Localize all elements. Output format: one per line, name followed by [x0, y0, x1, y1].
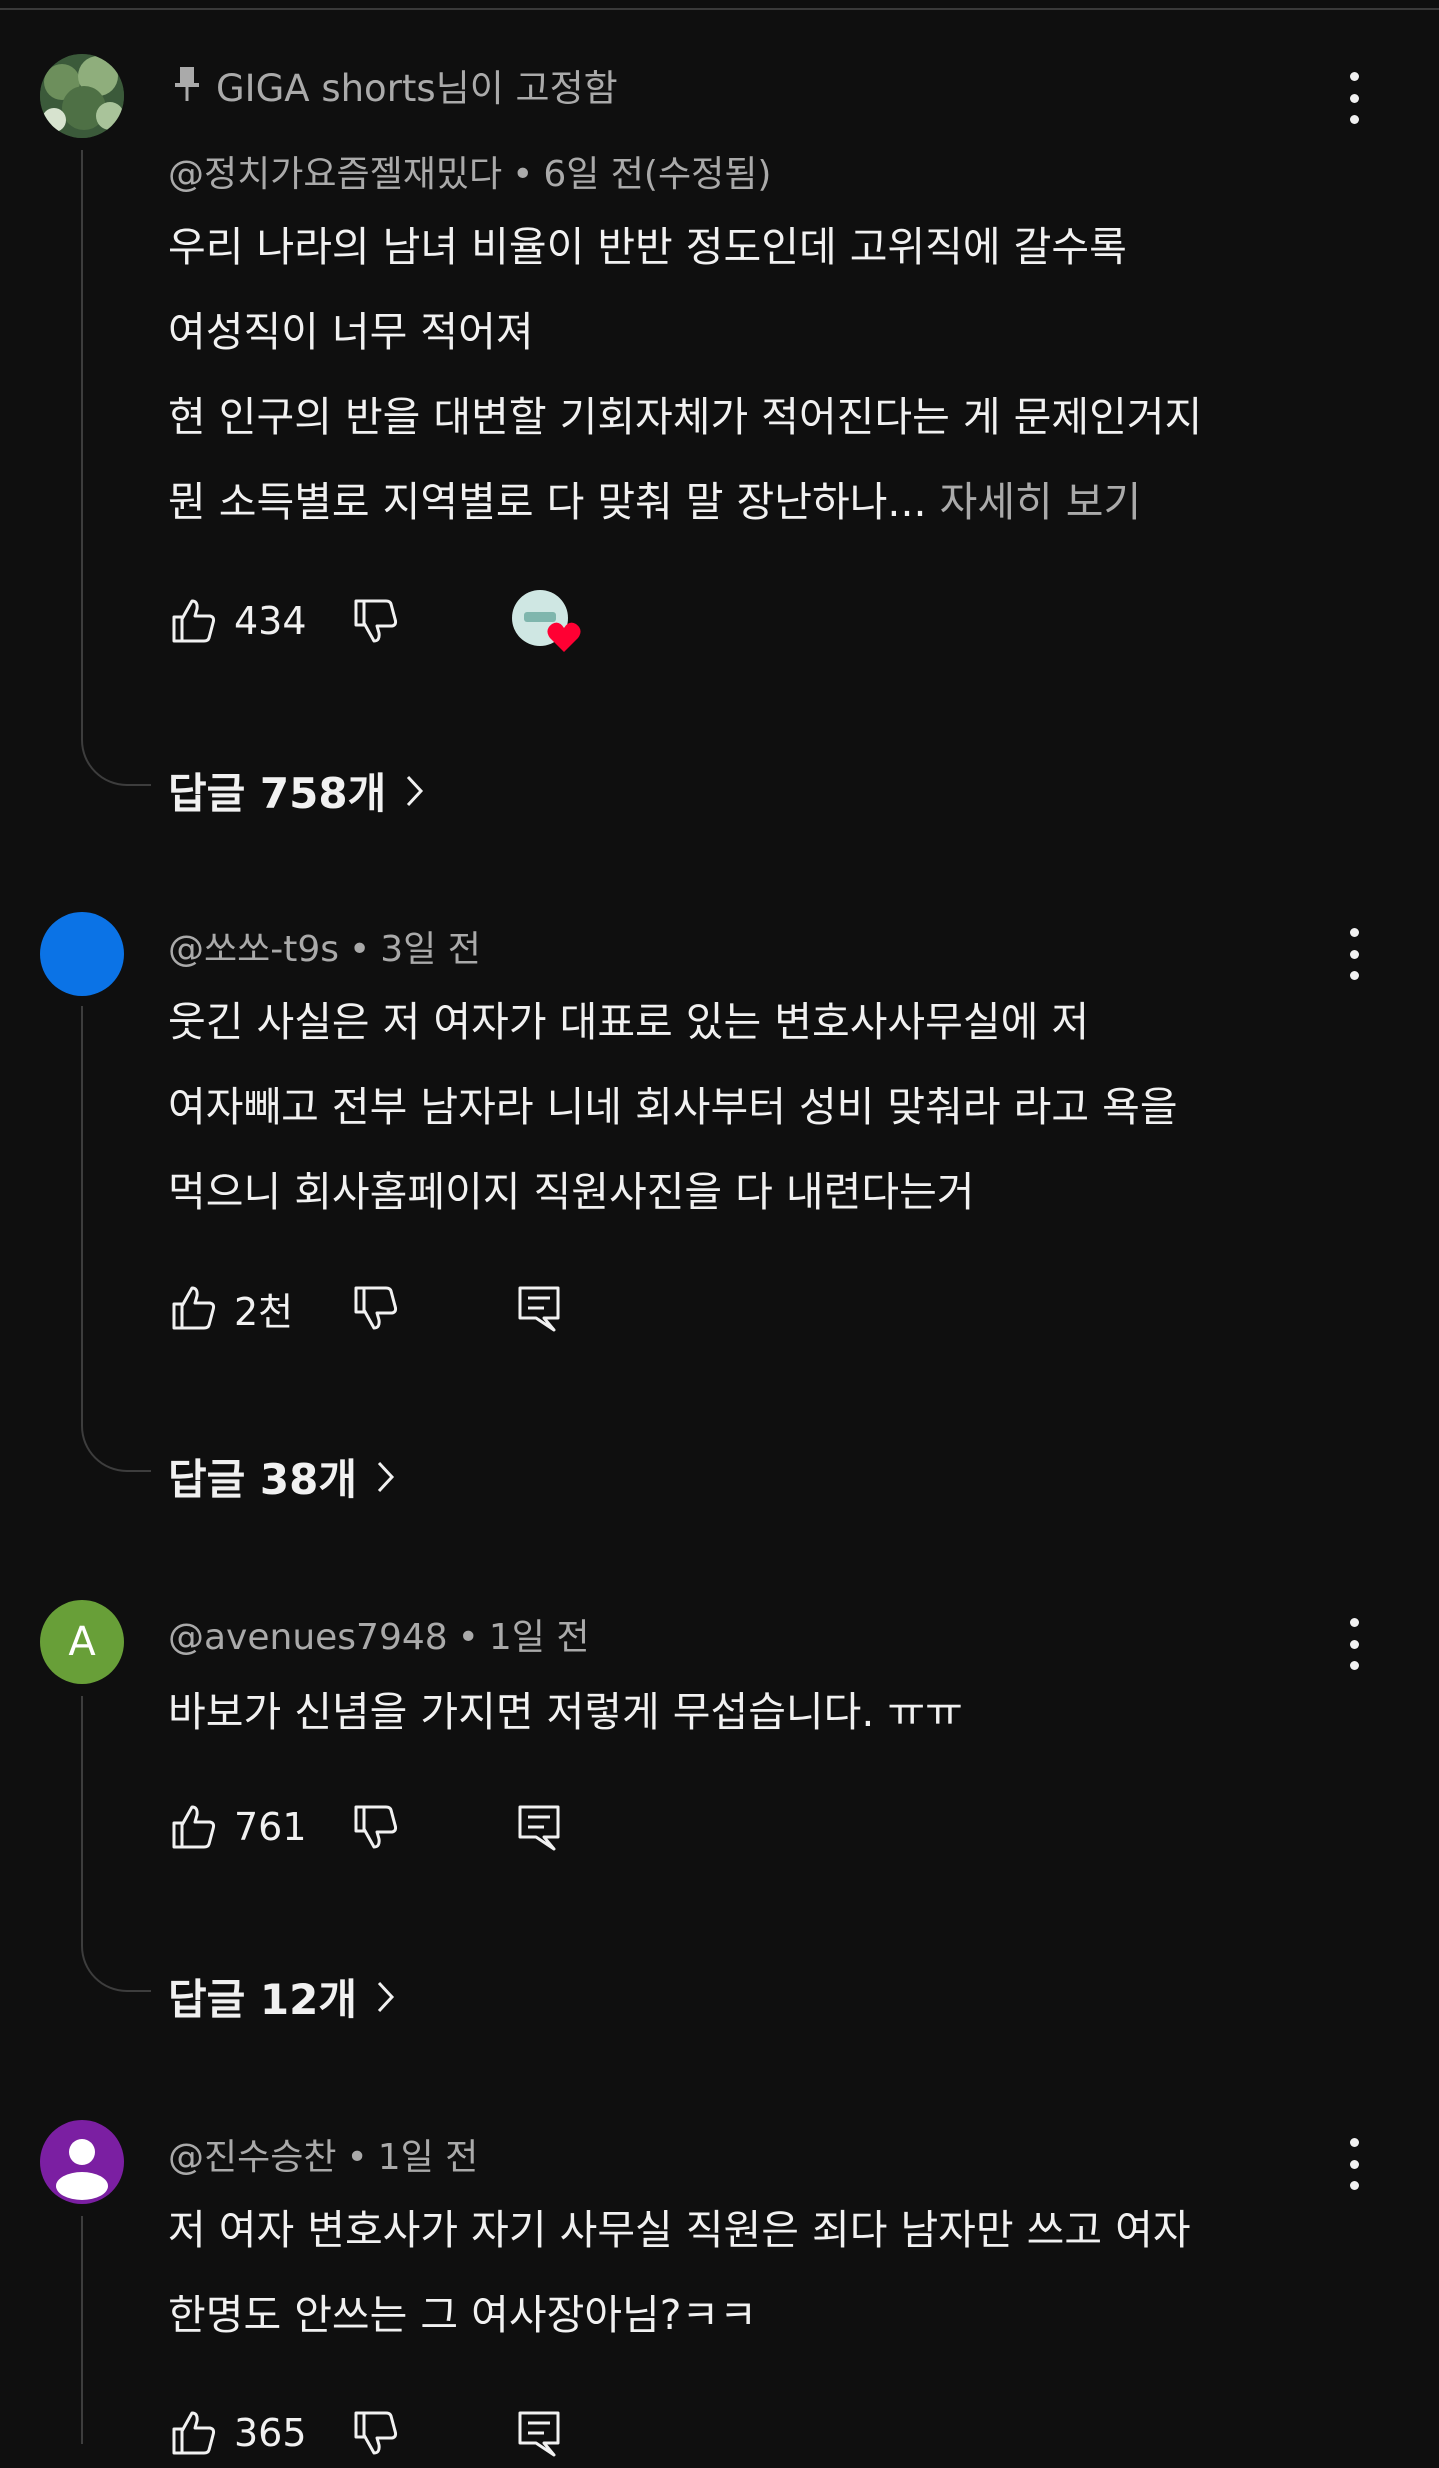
comment-line: 우리 나라의 남녀 비율이 반반 정도인데 고위직에 갈수록 [168, 223, 1127, 271]
comment-meta: @진수승찬 • 1일 전 [168, 2128, 478, 2180]
heart-icon [547, 622, 581, 652]
comment-text: 웃긴 사실은 저 여자가 대표로 있는 변호사사무실에 저 여자빼고 전부 남자… [168, 980, 1178, 1235]
avatar-letter: A [68, 1619, 96, 1665]
like-count: 365 [234, 2411, 307, 2455]
comment-text: 바보가 신념을 가지면 저렇게 무섭습니다. ㅠㅠ [168, 1670, 963, 1755]
comment-line: 뭔 소득별로 지역별로 다 맞춰 말 장난하나... [168, 478, 927, 526]
comment-actions: 434 [168, 586, 581, 656]
reply-icon[interactable] [514, 2407, 566, 2459]
meta-dot: • [346, 2137, 368, 2178]
meta-dot: • [349, 929, 371, 970]
like-count: 761 [234, 1805, 307, 1849]
pinned-label: GIGA shorts님이 고정함 [172, 58, 618, 112]
thumb-down-icon[interactable] [350, 1282, 402, 1334]
avatar[interactable] [40, 2120, 124, 2204]
thumb-down-icon[interactable] [350, 595, 402, 647]
like-count: 2천 [234, 1289, 294, 1334]
comment-text: 우리 나라의 남녀 비율이 반반 정도인데 고위직에 갈수록 여성직이 너무 적… [168, 205, 1202, 545]
thread-line [81, 1696, 83, 1946]
replies-button[interactable]: 답글 758개 [168, 760, 426, 821]
avatar[interactable] [40, 54, 124, 138]
read-more-link[interactable]: 자세히 보기 [940, 478, 1142, 526]
replies-label: 답글 12개 [168, 1975, 357, 2024]
thumb-up-icon[interactable] [168, 1282, 220, 1334]
creator-heart [512, 590, 581, 652]
more-vert-icon[interactable] [1340, 72, 1368, 124]
comment-line: 바보가 신념을 가지면 저렇게 무섭습니다. ㅠㅠ [168, 1688, 963, 1736]
more-vert-icon[interactable] [1340, 928, 1368, 980]
person-icon [56, 2139, 108, 2200]
replies-label: 답글 758개 [168, 769, 387, 818]
thread-curve [81, 1946, 151, 1992]
more-vert-icon[interactable] [1340, 1618, 1368, 1670]
pinned-text: GIGA shorts님이 고정함 [216, 67, 618, 110]
like-count: 434 [234, 599, 307, 643]
thumb-down-icon[interactable] [350, 1801, 402, 1853]
comment-time[interactable]: 6일 전(수정됨) [543, 154, 771, 195]
comment-time[interactable]: 1일 전 [489, 1617, 590, 1658]
top-divider [0, 8, 1439, 10]
replies-button[interactable]: 답글 38개 [168, 1446, 397, 1507]
comment-meta: @정치가요즘젤재밌다 • 6일 전(수정됨) [168, 145, 771, 197]
thumb-up-icon[interactable] [168, 595, 220, 647]
comment-meta: @쏘쏘-t9s • 3일 전 [168, 920, 481, 972]
thread-curve [81, 1426, 151, 1472]
comment-actions: 2천 [168, 1273, 566, 1343]
author-name[interactable]: @avenues7948 [168, 1617, 448, 1658]
thread-line [81, 1006, 83, 1426]
reply-icon[interactable] [514, 1282, 566, 1334]
comment-line: 여성직이 너무 적어져 [168, 308, 534, 356]
avatar-photo [40, 54, 124, 138]
comment-line: 웃긴 사실은 저 여자가 대표로 있는 변호사사무실에 저 [168, 998, 1090, 1046]
comment-actions: 761 [168, 1792, 566, 1862]
thread-line [81, 2216, 83, 2444]
thread-curve [81, 740, 151, 786]
thumb-up-icon[interactable] [168, 1801, 220, 1853]
author-name[interactable]: @정치가요즘젤재밌다 [168, 154, 502, 195]
comment-meta: @avenues7948 • 1일 전 [168, 1608, 590, 1660]
replies-button[interactable]: 답글 12개 [168, 1966, 397, 2027]
more-vert-icon[interactable] [1340, 2138, 1368, 2190]
chevron-right-icon [377, 1981, 395, 2012]
chevron-right-icon [407, 775, 424, 806]
meta-dot: • [512, 154, 534, 195]
comment-time[interactable]: 3일 전 [380, 929, 481, 970]
replies-label: 답글 38개 [168, 1455, 357, 1504]
thread-line [81, 150, 83, 740]
chevron-right-icon [377, 1461, 395, 1492]
meta-dot: • [457, 1617, 479, 1658]
avatar[interactable]: A [40, 1600, 124, 1684]
comment-actions: 365 [168, 2398, 566, 2468]
comment-line: 먹으니 회사홈페이지 직원사진을 다 내련다는거 [168, 1168, 975, 1216]
author-name[interactable]: @쏘쏘-t9s [168, 929, 339, 970]
comment-line: 여자빼고 전부 남자라 니네 회사부터 성비 맞춰라 라고 욕을 [168, 1083, 1178, 1131]
author-name[interactable]: @진수승찬 [168, 2137, 336, 2178]
comment-text: 저 여자 변호사가 자기 사무실 직원은 죄다 남자만 쓰고 여자 한명도 안쓰… [168, 2188, 1191, 2358]
comment-line: 저 여자 변호사가 자기 사무실 직원은 죄다 남자만 쓰고 여자 [168, 2206, 1191, 2254]
thumb-up-icon[interactable] [168, 2407, 220, 2459]
avatar[interactable] [40, 912, 124, 996]
comment-line: 한명도 안쓰는 그 여사장아님?ㅋㅋ [168, 2291, 757, 2339]
thumb-down-icon[interactable] [350, 2407, 402, 2459]
comment-time[interactable]: 1일 전 [378, 2137, 479, 2178]
reply-icon[interactable] [514, 1801, 566, 1853]
comment-line-last: 뭔 소득별로 지역별로 다 맞춰 말 장난하나... 자세히 보기 [168, 460, 1202, 545]
comment-line: 현 인구의 반을 대변할 기회자체가 적어진다는 게 문제인거지 [168, 393, 1203, 441]
pin-icon [175, 67, 199, 101]
